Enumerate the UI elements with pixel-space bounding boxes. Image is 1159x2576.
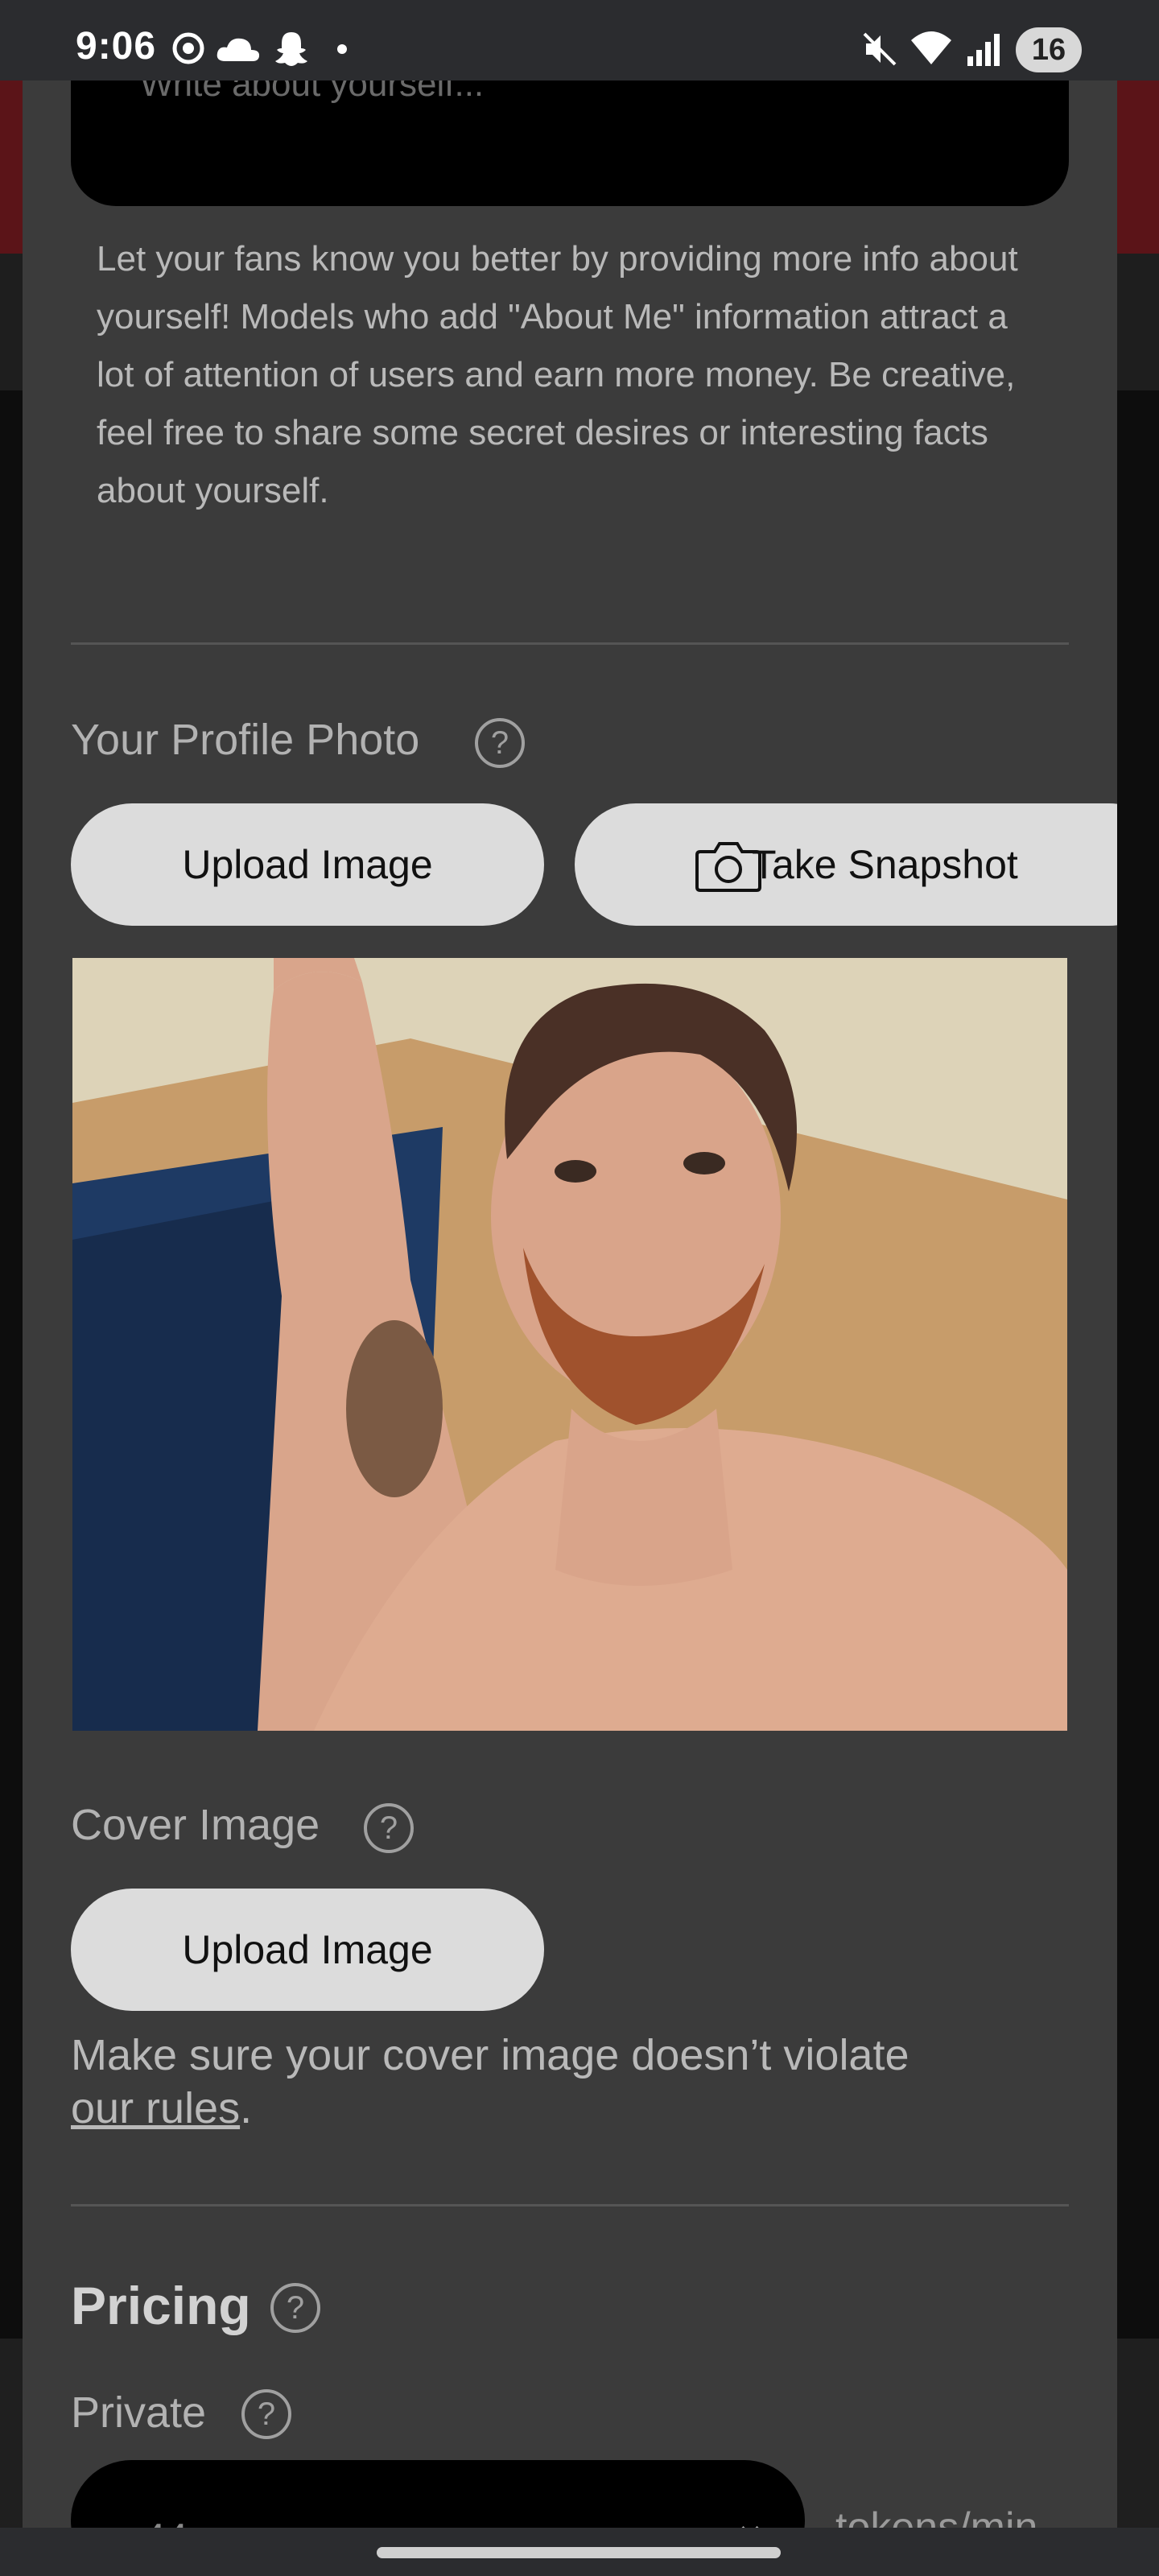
private-price-value: 44 (143, 2515, 188, 2528)
camera-icon (695, 842, 761, 892)
cover-note-period: . (240, 2084, 253, 2132)
clear-icon[interactable]: ✕ (737, 2518, 763, 2528)
pricing-title: Pricing (71, 2276, 251, 2335)
status-time: 9:06 (76, 25, 157, 68)
our-rules-link[interactable]: our rules (71, 2084, 240, 2132)
private-label: Private (71, 2388, 207, 2437)
profile-photo-label: Your Profile Photo (71, 716, 420, 764)
about-me-textarea[interactable]: Write about yourself... (71, 80, 1069, 206)
about-me-help-text: Let your fans know you better by providi… (97, 239, 1018, 510)
section-divider (71, 2204, 1069, 2207)
take-snapshot-label: Take Snapshot (752, 842, 1018, 887)
about-me-placeholder: Write about yourself... (140, 80, 485, 104)
edit-profile-modal: Write about yourself... Let your fans kn… (23, 80, 1117, 2528)
cover-image-note: Make sure your cover image doesn’t viola… (71, 2029, 1069, 2135)
signal-icon (967, 34, 1000, 66)
take-snapshot-button[interactable]: Take Snapshot (575, 803, 1117, 926)
pricing-help-icon[interactable]: ? (270, 2283, 320, 2333)
home-handle[interactable] (377, 2547, 781, 2558)
status-bar: 9:06 16 (0, 0, 1159, 80)
profile-photo-upload-button[interactable]: Upload Image (71, 803, 544, 926)
cloud-icon (217, 38, 260, 61)
section-divider (71, 642, 1069, 645)
cover-image-label: Cover Image (71, 1801, 320, 1849)
cover-image-help-icon[interactable]: ? (364, 1803, 414, 1853)
profile-photo-help-icon[interactable]: ? (475, 718, 525, 768)
price-unit-label: tokens/min (835, 2504, 1038, 2528)
chrome-icon (172, 32, 204, 64)
battery-indicator: 16 (1016, 27, 1082, 72)
profile-photo-preview[interactable] (72, 958, 1067, 1731)
private-help-icon[interactable]: ? (241, 2389, 291, 2439)
profile-photo-image (72, 958, 1067, 1731)
dot-icon (337, 44, 347, 54)
private-price-input[interactable]: 44 ✕ (71, 2460, 805, 2528)
snapchat-icon (275, 32, 307, 66)
navigation-bar (0, 2528, 1159, 2576)
cover-note-text: Make sure your cover image doesn’t viola… (71, 2031, 909, 2079)
cover-image-upload-button[interactable]: Upload Image (71, 1889, 544, 2011)
mute-icon (863, 32, 897, 66)
wifi-icon (911, 31, 951, 64)
screen: 9:06 16 Write about yourself... Let your… (0, 0, 1159, 2576)
